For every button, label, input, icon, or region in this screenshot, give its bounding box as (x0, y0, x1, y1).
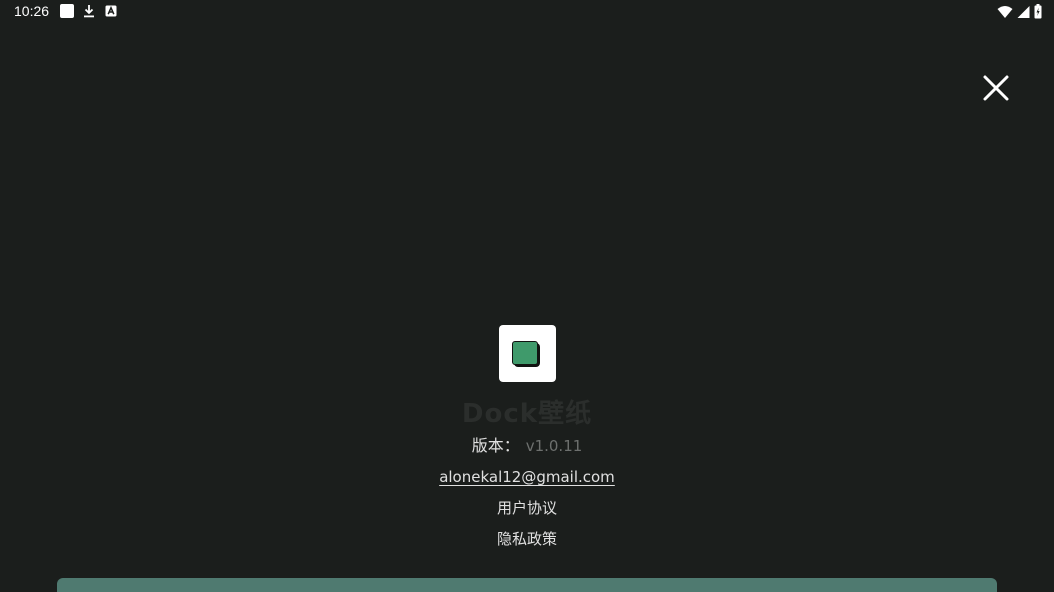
status-left-icons (60, 4, 118, 18)
about-screen: 10:26 Dock壁纸 版本： v1.0.11 alonekal12@gmai… (0, 0, 1054, 592)
about-content: Dock壁纸 版本： v1.0.11 alonekal12@gmail.com … (0, 325, 1054, 551)
app-name: Dock壁纸 (461, 399, 593, 429)
status-bar: 10:26 (0, 0, 1054, 24)
notification-square-icon (60, 4, 74, 18)
download-icon (82, 4, 96, 18)
wifi-icon (997, 4, 1013, 23)
privacy-policy-link[interactable]: 隐私政策 (497, 527, 557, 551)
close-icon (983, 75, 1009, 101)
user-agreement-link[interactable]: 用户协议 (497, 496, 557, 520)
status-right-icons (997, 4, 1042, 23)
version-row: 版本： v1.0.11 (472, 434, 583, 458)
close-button[interactable] (978, 70, 1014, 106)
email-row: alonekal12@gmail.com (439, 465, 615, 489)
version-label: 版本： (471, 436, 520, 455)
app-logo (498, 325, 556, 382)
battery-icon (1034, 4, 1042, 23)
email-link[interactable]: alonekal12@gmail.com (439, 468, 615, 486)
signal-icon (1017, 4, 1030, 23)
logo-square-icon (511, 341, 538, 365)
status-time: 10:26 (14, 3, 50, 19)
app-a-icon (104, 4, 118, 18)
bottom-action-bar[interactable] (57, 578, 997, 592)
version-value: v1.0.11 (525, 437, 583, 455)
